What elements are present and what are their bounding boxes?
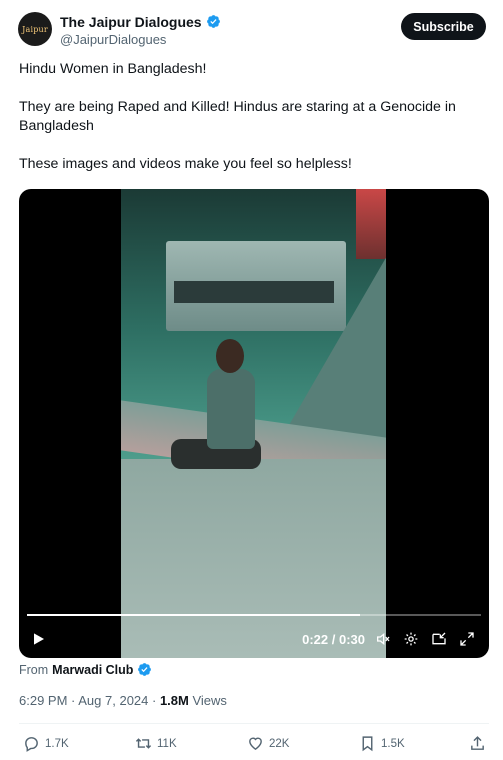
tweet-time[interactable]: 6:29 PM	[19, 693, 67, 708]
tweet-paragraph: Hindu Women in Bangladesh!	[19, 61, 207, 77]
bookmark-count: 1.5K	[381, 737, 405, 750]
views-label: Views	[192, 693, 227, 708]
media-source-prefix: From	[19, 662, 49, 677]
tweet-header: Jaipur The Jaipur Dialogues @JaipurDialo…	[18, 12, 488, 48]
verified-badge-icon	[138, 663, 152, 676]
share-icon	[471, 736, 484, 750]
subscribe-button[interactable]: Subscribe	[401, 13, 486, 40]
avatar-logo-text: Jaipur	[22, 24, 48, 34]
share-button[interactable]	[469, 735, 486, 752]
video-progress-fill	[27, 614, 360, 616]
author-display-name[interactable]: The Jaipur Dialogues	[60, 14, 202, 30]
meta-separator: ·	[67, 693, 79, 708]
volume-muted-icon[interactable]	[375, 631, 391, 647]
media-source-name[interactable]: Marwadi Club	[52, 663, 133, 677]
repost-icon	[135, 738, 152, 749]
views-count: 1.8M	[159, 693, 189, 708]
avatar[interactable]: Jaipur	[18, 12, 52, 46]
picture-in-picture-icon[interactable]	[431, 631, 447, 647]
scene-monument	[281, 249, 386, 439]
bookmark-icon	[362, 736, 373, 752]
like-button[interactable]: 22K	[247, 735, 289, 752]
tweet-paragraph: They are being Raped and Killed! Hindus …	[19, 99, 456, 134]
media-source: From Marwadi Club	[19, 662, 152, 677]
video-time: 0:22 / 0:30	[302, 632, 365, 647]
repost-count: 11K	[157, 737, 177, 750]
video-frame[interactable]	[121, 189, 386, 658]
tweet-paragraph: These images and videos make you feel so…	[19, 156, 352, 172]
tweet-date[interactable]: Aug 7, 2024	[78, 693, 148, 708]
scene-person-head	[216, 339, 244, 373]
heart-icon	[249, 737, 262, 751]
like-count: 22K	[269, 737, 290, 750]
video-player[interactable]: 0:22 / 0:30	[19, 189, 489, 658]
scene-person	[171, 339, 261, 489]
reply-count: 1.7K	[45, 737, 69, 750]
author-names: The Jaipur Dialogues @JaipurDialogues	[60, 13, 221, 47]
scene-person-body	[207, 369, 255, 449]
verified-badge-icon	[206, 15, 220, 28]
author-display-name-row[interactable]: The Jaipur Dialogues	[60, 13, 221, 30]
reply-button[interactable]: 1.7K	[23, 735, 69, 752]
tweet-text: Hindu Women in Bangladesh! They are bein…	[19, 60, 479, 193]
video-progress-bar[interactable]	[27, 614, 481, 616]
fullscreen-icon[interactable]	[459, 631, 475, 647]
video-controls: 0:22 / 0:30	[19, 624, 489, 654]
reply-icon	[25, 737, 38, 752]
meta-separator: ·	[148, 693, 160, 708]
bookmark-button[interactable]: 1.5K	[359, 735, 405, 752]
repost-button[interactable]: 11K	[135, 735, 177, 752]
play-icon[interactable]	[30, 631, 46, 647]
author-handle[interactable]: @JaipurDialogues	[60, 32, 221, 47]
divider	[19, 723, 489, 724]
settings-gear-icon[interactable]	[403, 631, 419, 647]
tweet-actions: 1.7K 11K 22K 1.5K	[19, 733, 489, 755]
tweet-meta: 6:29 PM · Aug 7, 2024 · 1.8M Views	[19, 693, 227, 708]
